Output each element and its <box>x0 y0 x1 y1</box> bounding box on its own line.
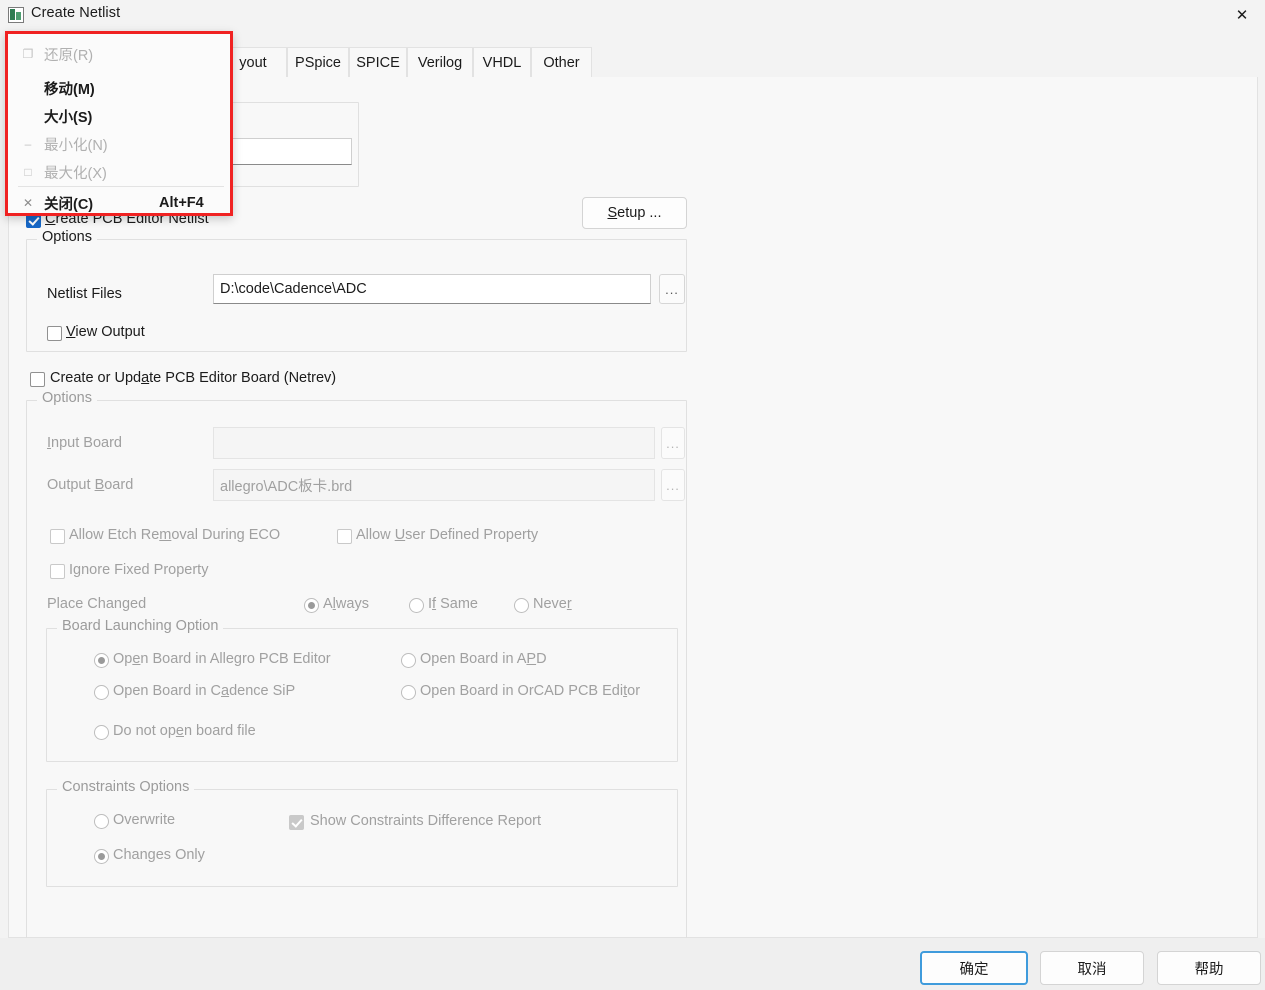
dialog-footer: 确定 取消 帮助 <box>0 938 1265 990</box>
radio-open-cadence-sip[interactable] <box>94 685 109 700</box>
radio-place-always[interactable] <box>304 598 319 613</box>
input-board-browse-button[interactable]: ... <box>661 427 685 459</box>
radio-changes-only-label: Changes Only <box>113 847 205 863</box>
menu-item-close[interactable]: ✕ 关闭(C) Alt+F4 <box>11 189 230 217</box>
help-button[interactable]: 帮助 <box>1157 951 1261 985</box>
menu-separator <box>18 186 224 187</box>
setup-button-mnemonic: S <box>607 205 618 221</box>
constraints-options-group: Constraints Options Overwrite Changes On… <box>46 779 678 887</box>
tab-other[interactable]: Other <box>531 47 592 77</box>
create-update-netrev-label: Create or Update PCB Editor Board (Netre… <box>50 370 337 386</box>
tab-vhdl[interactable]: VHDL <box>473 47 531 77</box>
radio-overwrite[interactable] <box>94 814 109 829</box>
menu-item-restore-label: 还原(R) <box>44 47 94 64</box>
menu-item-close-label: 关闭(C) <box>44 196 94 213</box>
netlist-app-icon <box>8 7 24 23</box>
view-output-checkbox[interactable] <box>47 326 62 341</box>
ignore-fixed-property-label: Ignore Fixed Property <box>69 562 209 578</box>
menu-item-maximize-label: 最大化(X) <box>44 165 107 182</box>
minimize-icon: – <box>24 137 32 151</box>
radio-changes-only[interactable] <box>94 849 109 864</box>
radio-open-allegro[interactable] <box>94 653 109 668</box>
show-constraints-difference-report-label: Show Constraints Difference Report <box>310 813 542 829</box>
radio-open-apd[interactable] <box>401 653 416 668</box>
menu-item-minimize: – 最小化(N) <box>11 130 230 158</box>
allow-user-defined-property-label: Allow User Defined Property <box>356 527 539 543</box>
close-icon[interactable]: ✕ <box>1219 0 1265 30</box>
menu-item-minimize-label: 最小化(N) <box>44 137 108 154</box>
create-netlist-dialog: Create Netlist ✕ yout PSpice SPICE Veril… <box>0 0 1265 990</box>
input-board-input[interactable] <box>213 427 655 459</box>
restore-icon: ❐ <box>22 47 34 61</box>
tab-verilog[interactable]: Verilog <box>407 47 473 77</box>
netlist-files-browse-button[interactable]: ... <box>659 274 685 304</box>
create-update-netrev-checkbox[interactable] <box>30 372 45 387</box>
netlist-options-group-title: Options <box>37 229 97 245</box>
radio-open-allegro-label: Open Board in Allegro PCB Editor <box>113 651 331 667</box>
radio-place-always-label: Always <box>323 596 369 612</box>
cancel-button[interactable]: 取消 <box>1040 951 1144 985</box>
radio-do-not-open[interactable] <box>94 725 109 740</box>
allow-etch-removal-label: Allow Etch Removal During ECO <box>69 527 281 543</box>
ok-button[interactable]: 确定 <box>920 951 1028 985</box>
netlist-files-input[interactable] <box>213 274 651 304</box>
allow-user-defined-property-checkbox[interactable] <box>337 529 352 544</box>
close-icon: ✕ <box>22 196 34 210</box>
menu-item-size-label: 大小(S) <box>44 109 93 126</box>
menu-item-size[interactable]: 大小(S) <box>11 102 230 130</box>
board-launching-option-title: Board Launching Option <box>57 618 224 634</box>
tab-spice[interactable]: SPICE <box>349 47 407 77</box>
output-board-input[interactable] <box>213 469 655 501</box>
menu-item-move-label: 移动(M) <box>44 81 95 98</box>
radio-overwrite-label: Overwrite <box>113 812 176 828</box>
maximize-icon: □ <box>24 165 32 179</box>
radio-place-if-same-label: If Same <box>428 596 478 612</box>
ignore-fixed-property-checkbox[interactable] <box>50 564 65 579</box>
output-board-browse-button[interactable]: ... <box>661 469 685 501</box>
netrev-options-group: Options Input Board ... Output Board ...… <box>26 390 687 973</box>
radio-place-never-label: Never <box>533 596 572 612</box>
system-menu: ❐ 还原(R) 移动(M) 大小(S) – 最小化(N) □ 最大化(X) ✕ … <box>5 31 233 216</box>
radio-place-if-same[interactable] <box>409 598 424 613</box>
menu-item-move[interactable]: 移动(M) <box>11 74 230 102</box>
output-board-label: Output Board <box>47 477 134 493</box>
radio-open-orcad[interactable] <box>401 685 416 700</box>
setup-button-label: etup ... <box>617 205 662 221</box>
tab-pspice[interactable]: PSpice <box>287 47 349 77</box>
constraints-options-title: Constraints Options <box>57 779 195 795</box>
setup-button[interactable]: Setup ... <box>582 197 687 229</box>
board-launching-option-group: Board Launching Option Open Board in All… <box>46 618 678 762</box>
netlist-options-group: Options Netlist Files ... View Output <box>26 229 687 352</box>
input-board-label: Input Board <box>47 435 122 451</box>
menu-item-close-accelerator: Alt+F4 <box>159 195 204 211</box>
radio-do-not-open-label: Do not open board file <box>113 723 256 739</box>
netlist-files-label: Netlist Files <box>47 286 122 302</box>
allow-etch-removal-checkbox[interactable] <box>50 529 65 544</box>
show-constraints-difference-report-checkbox[interactable] <box>289 815 304 830</box>
menu-item-restore: ❐ 还原(R) <box>11 40 230 68</box>
radio-open-cadence-sip-label: Open Board in Cadence SiP <box>113 683 296 699</box>
menu-item-maximize: □ 最大化(X) <box>11 158 230 186</box>
window-title: Create Netlist <box>31 5 121 21</box>
radio-open-orcad-label: Open Board in OrCAD PCB Editor <box>420 683 641 699</box>
title-bar[interactable]: Create Netlist ✕ <box>0 0 1265 30</box>
netrev-options-group-title: Options <box>37 390 97 406</box>
place-changed-label: Place Changed <box>47 596 147 612</box>
radio-open-apd-label: Open Board in APD <box>420 651 547 667</box>
view-output-label: View Output <box>66 324 145 340</box>
radio-place-never[interactable] <box>514 598 529 613</box>
